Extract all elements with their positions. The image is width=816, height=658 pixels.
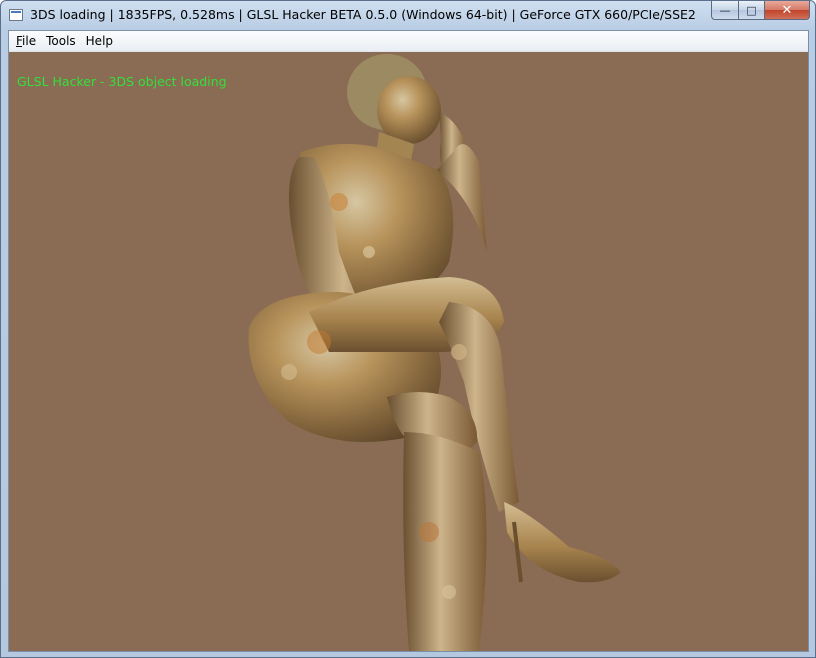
menu-tools[interactable]: Tools bbox=[41, 32, 81, 51]
menu-bar: File Tools Help bbox=[9, 31, 808, 52]
render-viewport[interactable]: GLSL Hacker - 3DS object loading bbox=[9, 52, 808, 651]
statue-model bbox=[248, 54, 621, 651]
menu-tools-label: Tools bbox=[46, 33, 76, 48]
title-bar[interactable]: 3DS loading | 1835FPS, 0.528ms | GLSL Ha… bbox=[1, 1, 815, 30]
client-area: File Tools Help GLSL Hacker - 3DS object… bbox=[8, 30, 809, 652]
minimize-icon: — bbox=[719, 3, 731, 17]
close-button[interactable]: ✕ bbox=[764, 1, 810, 20]
maximize-button[interactable]: □ bbox=[738, 1, 764, 20]
window-title: 3DS loading | 1835FPS, 0.528ms | GLSL Ha… bbox=[30, 7, 696, 22]
minimize-button[interactable]: — bbox=[711, 1, 738, 20]
menu-file[interactable]: File bbox=[11, 32, 41, 51]
menu-help-label: Help bbox=[85, 33, 114, 48]
menu-file-label: ile bbox=[22, 33, 37, 48]
maximize-icon: □ bbox=[746, 3, 757, 17]
app-window: 3DS loading | 1835FPS, 0.528ms | GLSL Ha… bbox=[0, 0, 816, 658]
app-window-icon[interactable] bbox=[9, 9, 23, 21]
menu-help[interactable]: Help bbox=[81, 32, 118, 51]
close-icon: ✕ bbox=[781, 2, 793, 18]
overlay-status-text: GLSL Hacker - 3DS object loading bbox=[17, 74, 227, 89]
caption-buttons: — □ ✕ bbox=[711, 1, 810, 21]
